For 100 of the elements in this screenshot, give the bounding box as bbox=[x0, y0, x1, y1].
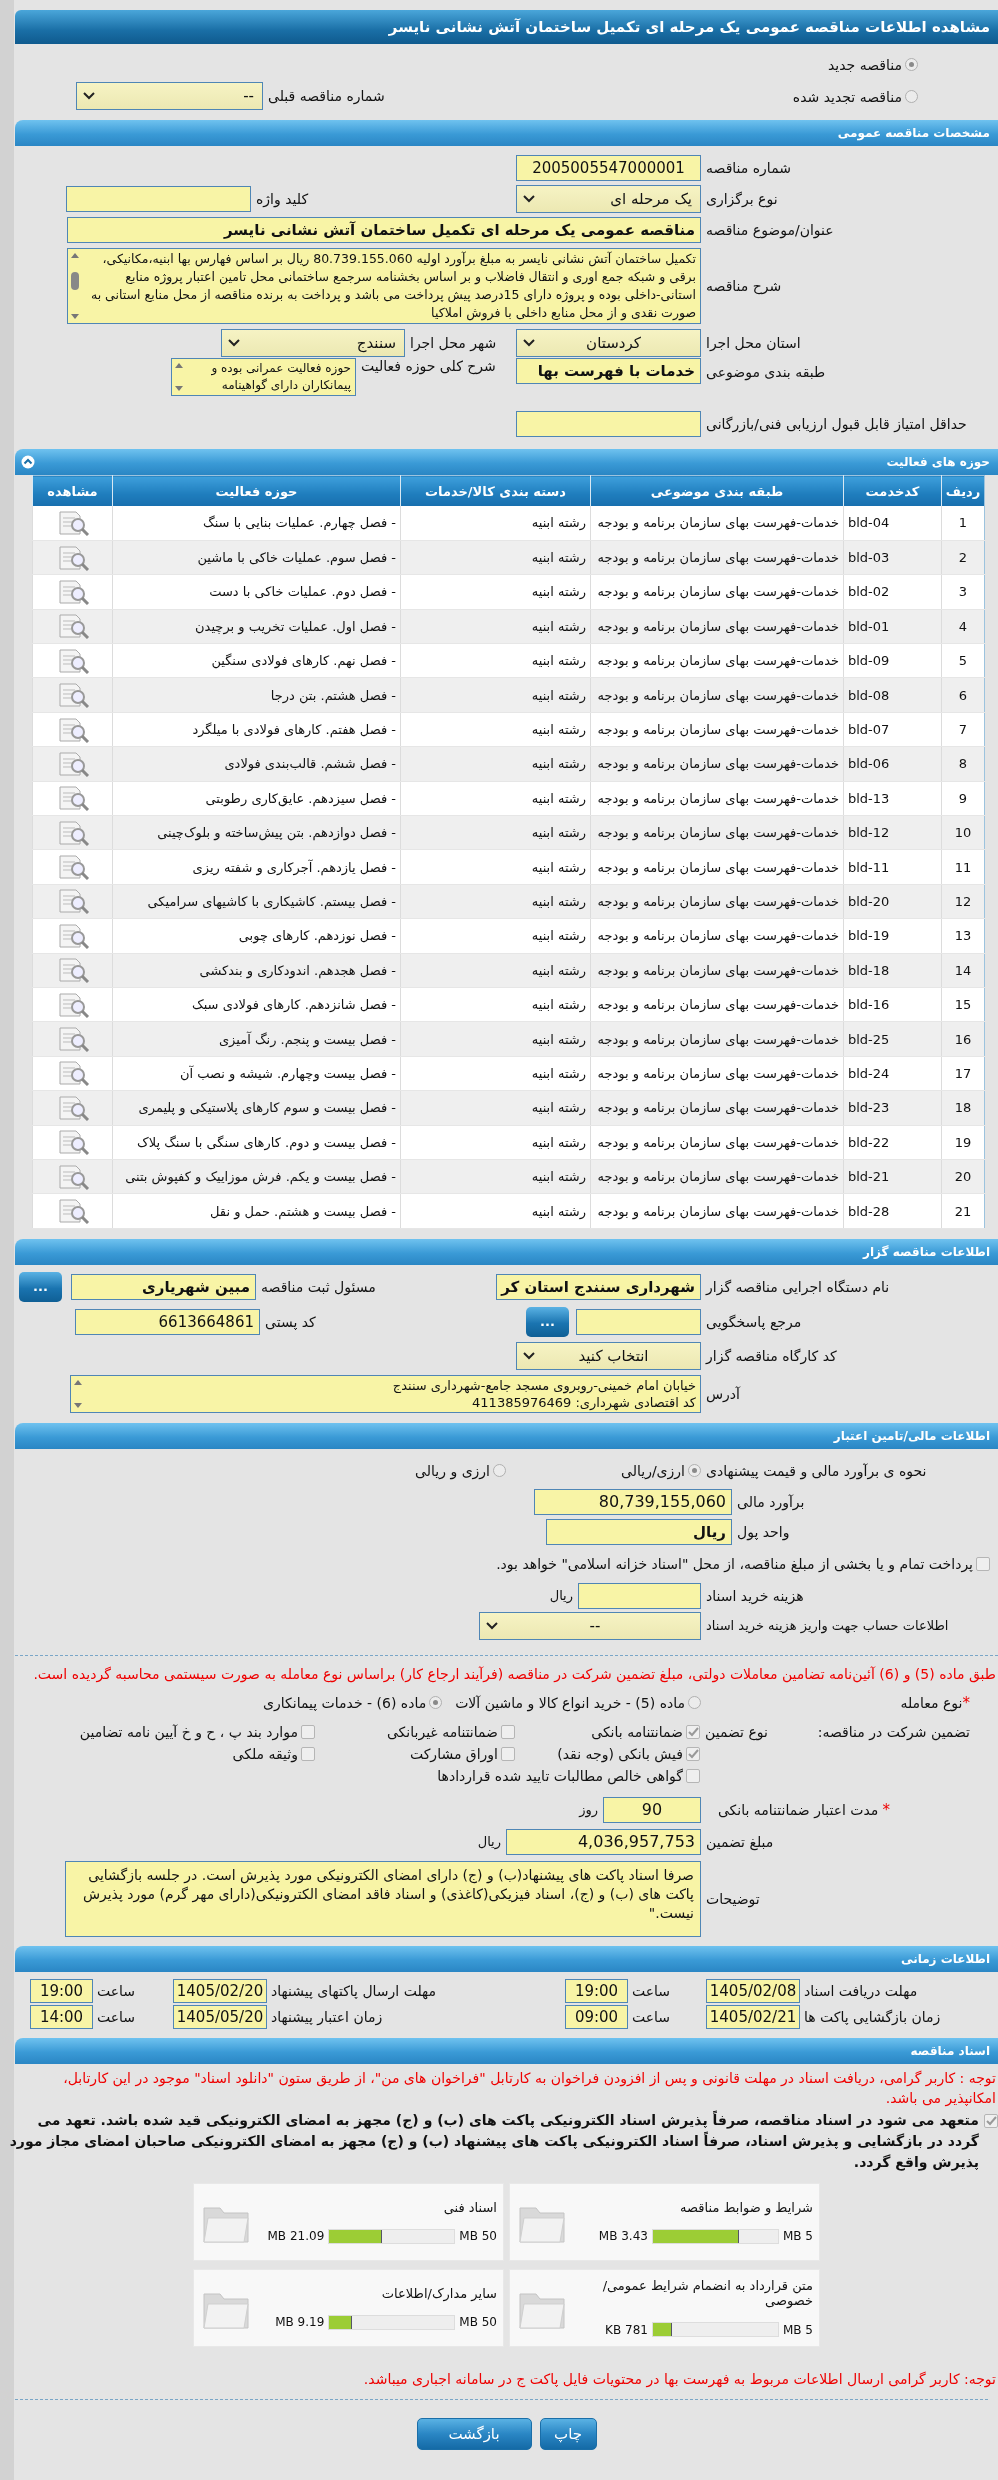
checkbox-label: فیش بانکی (وجه نقد) bbox=[557, 1745, 683, 1762]
table-cell: خدمات-فهرست بهای سازمان برنامه و بودجه bbox=[590, 1090, 844, 1126]
field-label: نوع تضمین bbox=[705, 1723, 768, 1740]
radio-button[interactable] bbox=[905, 58, 918, 72]
table-cell: 3 bbox=[941, 574, 985, 610]
column-header: حوزه فعالیت bbox=[112, 475, 401, 506]
postal-code-field[interactable]: 6613664861 bbox=[75, 1308, 260, 1335]
section-title: اسناد مناقصه bbox=[910, 2043, 990, 2058]
radio-label: مناقصه جدید bbox=[827, 56, 902, 73]
city-select[interactable]: سنندج bbox=[221, 328, 405, 357]
action-button[interactable]: چاپ bbox=[539, 2417, 597, 2450]
date-field[interactable]: 1405/05/20 bbox=[173, 2004, 267, 2029]
checkbox[interactable] bbox=[984, 2113, 998, 2128]
currency-field[interactable]: ریال bbox=[546, 1518, 732, 1545]
title-field[interactable]: مناقصه عمومی یک مرحله ای تکمیل ساختمان آتش نشانی نایسر bbox=[67, 216, 701, 243]
min-score-field[interactable] bbox=[516, 410, 701, 437]
amount-field[interactable]: 4,036,957,753 bbox=[506, 1828, 701, 1855]
checkbox-label: گواهی خالص مطالبات تایید شده قراردادها bbox=[437, 1767, 683, 1784]
activity-summary-field[interactable]: حوزه فعالیت عمرانی بوده و پیمانکاران دارای گواهینامه bbox=[171, 358, 356, 396]
checkbox[interactable] bbox=[686, 1724, 700, 1739]
registrar-field[interactable]: مبین شهریاری bbox=[71, 1273, 256, 1300]
section-title: اطلاعات مناقصه گزار bbox=[863, 1244, 990, 1259]
section-title: مشخصات مناقصه عمومی bbox=[837, 126, 990, 140]
field-label: شرح کلی حوزه فعالیت bbox=[361, 358, 496, 374]
checkbox[interactable] bbox=[976, 1556, 990, 1571]
collapse-icon[interactable] bbox=[21, 455, 35, 469]
province-select[interactable]: کردستان bbox=[516, 328, 701, 357]
time-field[interactable]: 19:00 bbox=[565, 1978, 628, 2003]
time-field[interactable]: 09:00 bbox=[565, 2004, 628, 2029]
reference-field[interactable] bbox=[576, 1308, 701, 1335]
table-cell: bld-28 bbox=[843, 1193, 942, 1229]
section-title: اطلاعات مالی/تامین اعتبار bbox=[833, 1428, 990, 1443]
table-cell: خدمات-فهرست بهای سازمان برنامه و بودجه bbox=[590, 677, 844, 713]
estimate-field[interactable]: 80,739,155,060 bbox=[534, 1488, 732, 1515]
date-field[interactable]: 1405/02/20 bbox=[173, 1978, 267, 2003]
table-cell: bld-16 bbox=[843, 987, 942, 1022]
radio-button[interactable] bbox=[429, 1696, 443, 1710]
table-cell: - فصل سیزدهم. عایق‌کاری رطوبتی bbox=[112, 781, 401, 816]
browse-button[interactable]: ... bbox=[526, 1306, 569, 1337]
field-label: زمان اعتبار پیشنهاد bbox=[271, 2008, 383, 2025]
field-label: آدرس bbox=[706, 1385, 740, 1402]
time-field[interactable]: 14:00 bbox=[30, 2004, 93, 2029]
notes-field[interactable]: صرفا اسناد پاکت های پیشنهاد(ب) و (ج) دارای امضای الکترونیکی مورد پذیرش است. در جلسه بازگشایی پاکت های (ب) و (ج)، اسناد فیزیکی(کاغذی) و اسناد فاقد امضای الکترونیکی(دارای مهر گرم) مورد پذیرش نیست." bbox=[65, 1860, 701, 1937]
table-cell: رشته ابنیه bbox=[400, 953, 591, 988]
field-label: هزینه خرید اسناد bbox=[706, 1587, 804, 1604]
validity-field[interactable]: 90 bbox=[603, 1796, 701, 1823]
table-cell: رشته ابنیه bbox=[400, 815, 591, 850]
keyword-field[interactable] bbox=[66, 185, 251, 212]
table-cell: 4 bbox=[941, 609, 985, 644]
table-cell: خدمات-فهرست بهای سازمان برنامه و بودجه bbox=[590, 540, 844, 575]
checkbox[interactable] bbox=[301, 1724, 315, 1739]
table-cell: خدمات-فهرست بهای سازمان برنامه و بودجه bbox=[590, 746, 844, 782]
table-cell: bld-22 bbox=[843, 1125, 942, 1160]
table-cell: - فصل هجدهم. اندودکاری و بندکشی bbox=[112, 953, 401, 988]
table-cell: رشته ابنیه bbox=[400, 1056, 591, 1091]
size-limit: 5 MB bbox=[782, 2229, 813, 2244]
checkbox[interactable] bbox=[686, 1768, 700, 1783]
column-header: طبقه بندی موضوعی bbox=[590, 475, 844, 506]
size-used: 781 KB bbox=[605, 2322, 648, 2337]
table-cell: 19 bbox=[941, 1125, 985, 1160]
holding-type-select[interactable]: یک مرحله ای bbox=[516, 184, 701, 213]
checkbox[interactable] bbox=[501, 1746, 515, 1761]
radio-button[interactable] bbox=[688, 1696, 701, 1710]
account-select[interactable]: -- bbox=[479, 1611, 701, 1640]
table-cell: bld-08 bbox=[843, 677, 942, 713]
table-cell: رشته ابنیه bbox=[400, 918, 591, 954]
action-button[interactable]: بازگشت bbox=[416, 2417, 532, 2450]
tender-number-field[interactable]: 2005005547000001 bbox=[516, 154, 701, 181]
unit-label: روز bbox=[579, 1802, 598, 1818]
checkbox-label: پرداخت تمام و یا بخشی از مبلغ مناقصه، از محل "اسناد خزانه اسلامی" خواهد بود. bbox=[496, 1555, 973, 1572]
checkbox[interactable] bbox=[501, 1724, 515, 1739]
category-field[interactable]: خدمات با فهرست بها bbox=[516, 358, 701, 384]
workshop-select[interactable]: انتخاب کنید bbox=[516, 1341, 701, 1370]
radio-button[interactable] bbox=[905, 90, 918, 104]
column-header: مشاهده bbox=[32, 475, 113, 506]
radio-button[interactable] bbox=[493, 1464, 506, 1478]
time-field[interactable]: 19:00 bbox=[30, 1978, 93, 2003]
browse-button[interactable]: ... bbox=[19, 1271, 62, 1302]
table-cell: 5 bbox=[941, 643, 985, 678]
agency-field[interactable]: شهرداری سنندج استان کر bbox=[496, 1273, 701, 1300]
table-cell: 1 bbox=[941, 506, 985, 541]
description-field[interactable]: تکمیل ساختمان آتش نشانی نایسر به مبلغ برآورد اولیه 80.739.155.060 ریال بر اساس فهارس بها ابنیه،مکانیکی، برقی و شبکه جمع اوری و انتقال فاضلاب و بر اساس بخشنامه سرجمع ساختمانی محل تامین اعتبار پروژه منابع استانی-داخلی بوده و پروژه دارای 15درصد پیش پرداخت می باشد و پرداخت به برنده مناقصه از محل منابع استانی به صورت نقدی و از محل منابع داخلی با فروش املاکیا bbox=[67, 248, 701, 324]
radio-button[interactable] bbox=[688, 1464, 701, 1478]
doc-fee-field[interactable] bbox=[578, 1582, 701, 1609]
checkbox[interactable] bbox=[301, 1746, 315, 1761]
previous-tender-select[interactable]: -- bbox=[76, 82, 263, 110]
notice-text: طبق ماده (5) و (6) آئین‌نامه تضامین معاملات دولتی، مبلغ تضمین شرکت در مناقصه (فرآیند ارجاع کار) براساس نوع معامله به صورت سیستمی محاسبه گردیده است. bbox=[32, 1664, 997, 1684]
checkbox[interactable] bbox=[686, 1746, 700, 1761]
table-cell: 7 bbox=[941, 712, 985, 747]
table-cell: 2 bbox=[941, 540, 985, 575]
column-header: دسته بندی کالا/خدمات bbox=[400, 475, 591, 506]
address-field[interactable]: خیابان امام خمینی-روبروی مسجد جامع-شهرداری سنندج کد اقتصادی شهرداری: 411385976469 bbox=[70, 1374, 701, 1413]
checkbox-label: موارد بند پ ، ح و خ آیین نامه تضامین bbox=[79, 1723, 298, 1740]
table-cell: رشته ابنیه bbox=[400, 540, 591, 575]
table-cell: خدمات-فهرست بهای سازمان برنامه و بودجه bbox=[590, 1021, 844, 1057]
date-field[interactable]: 1405/02/08 bbox=[706, 1978, 800, 2003]
chevron-down-icon bbox=[83, 92, 95, 100]
table-cell: رشته ابنیه bbox=[400, 746, 591, 782]
table-cell: 20 bbox=[941, 1159, 985, 1194]
date-field[interactable]: 1405/02/21 bbox=[706, 2004, 800, 2029]
